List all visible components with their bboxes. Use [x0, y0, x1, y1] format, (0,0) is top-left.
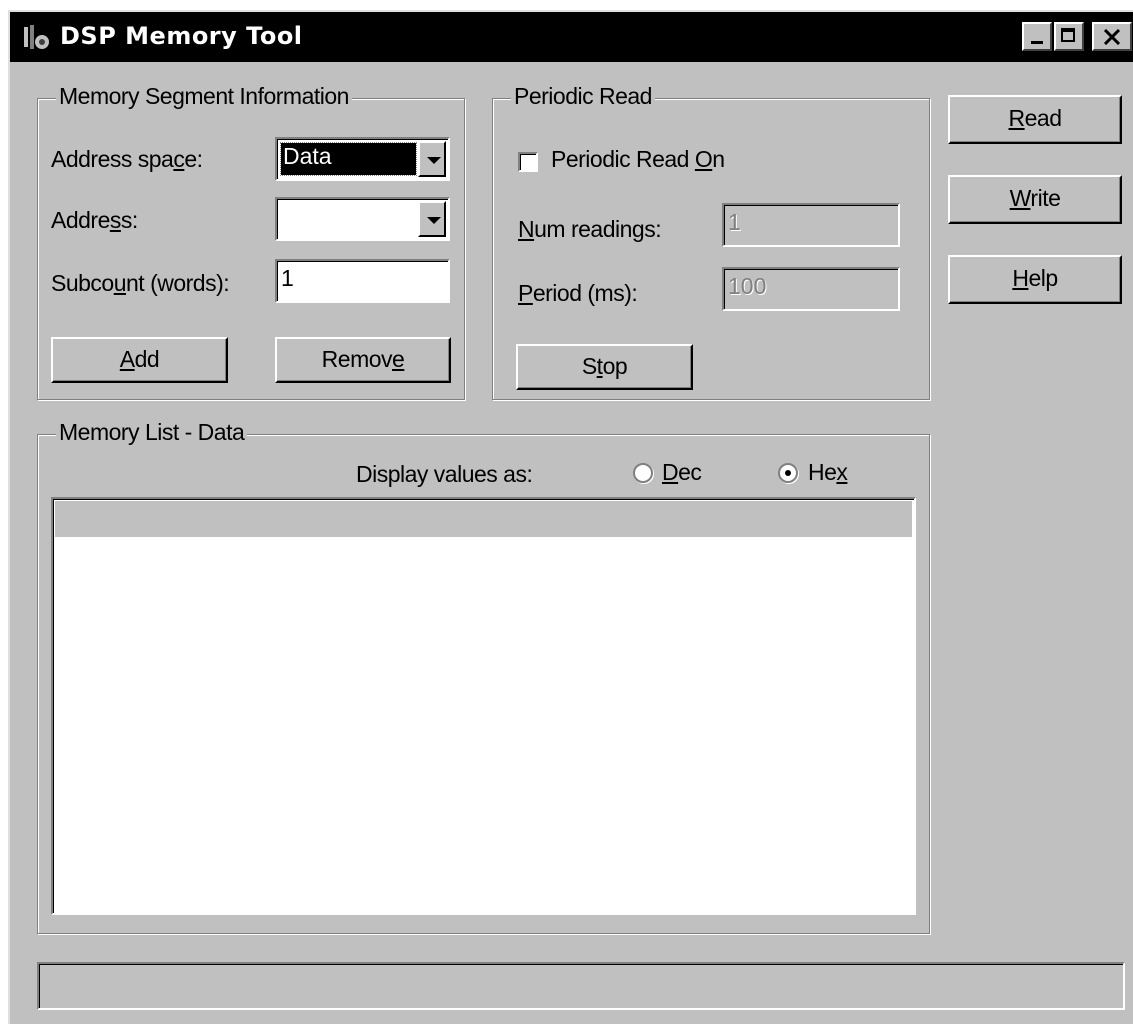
address-label: Address: [51, 207, 138, 233]
close-icon [1103, 29, 1121, 45]
periodic-read-group: Periodic Read Periodic Read On Num readi… [492, 83, 930, 400]
memory-segment-group: Memory Segment Information Address space… [37, 83, 465, 400]
num-readings-label: Num readings: [518, 216, 662, 242]
chevron-down-icon[interactable] [418, 201, 446, 237]
memory-list-header[interactable] [55, 501, 912, 537]
chevron-down-icon[interactable] [418, 141, 446, 177]
memory-list-group: Memory List - Data Display values as: De… [37, 419, 930, 934]
add-button[interactable]: Add [51, 337, 228, 383]
memory-list-legend: Memory List - Data [56, 419, 248, 446]
subcount-value: 1 [281, 265, 294, 291]
period-label: Period (ms): [518, 280, 638, 306]
window-title: DSP Memory Tool [60, 22, 303, 50]
address-space-selected: Data [280, 142, 417, 176]
dec-radio-label[interactable]: Dec [662, 459, 702, 486]
minimize-button[interactable] [1022, 22, 1052, 51]
memory-segment-legend: Memory Segment Information [56, 83, 352, 110]
status-bar [37, 962, 1125, 1010]
write-button[interactable]: Write [948, 175, 1122, 224]
dsp-memory-tool-window: DSP Memory Tool Memory Segment Informati… [8, 10, 1133, 1024]
memory-list-view[interactable] [51, 497, 916, 915]
subcount-label: Subcount (words): [51, 270, 230, 296]
display-values-label: Display values as: [356, 461, 533, 487]
periodic-read-checkbox[interactable] [518, 152, 538, 172]
address-space-dropdown[interactable]: Data [275, 137, 450, 181]
tools-icon [24, 25, 49, 49]
read-button[interactable]: Read [948, 95, 1122, 144]
dec-radio[interactable] [633, 463, 653, 483]
stop-button[interactable]: Stop [516, 344, 693, 390]
hex-radio-label[interactable]: Hex [808, 459, 848, 486]
maximize-button[interactable] [1054, 22, 1084, 51]
help-button[interactable]: Help [948, 255, 1122, 304]
title-bar[interactable]: DSP Memory Tool [10, 12, 1133, 62]
num-readings-input[interactable]: 1 [722, 203, 900, 247]
address-space-label: Address space: [51, 146, 203, 172]
periodic-read-legend: Periodic Read [511, 83, 655, 110]
period-input[interactable]: 100 [722, 267, 900, 311]
periodic-read-checkbox-label[interactable]: Periodic Read On [551, 146, 725, 173]
remove-button[interactable]: Remove [275, 337, 451, 383]
num-readings-value: 1 [728, 209, 741, 235]
close-button[interactable] [1092, 22, 1132, 51]
period-value: 100 [728, 273, 767, 299]
address-dropdown[interactable] [275, 197, 450, 241]
subcount-input[interactable]: 1 [275, 259, 450, 303]
hex-radio[interactable] [778, 463, 798, 483]
